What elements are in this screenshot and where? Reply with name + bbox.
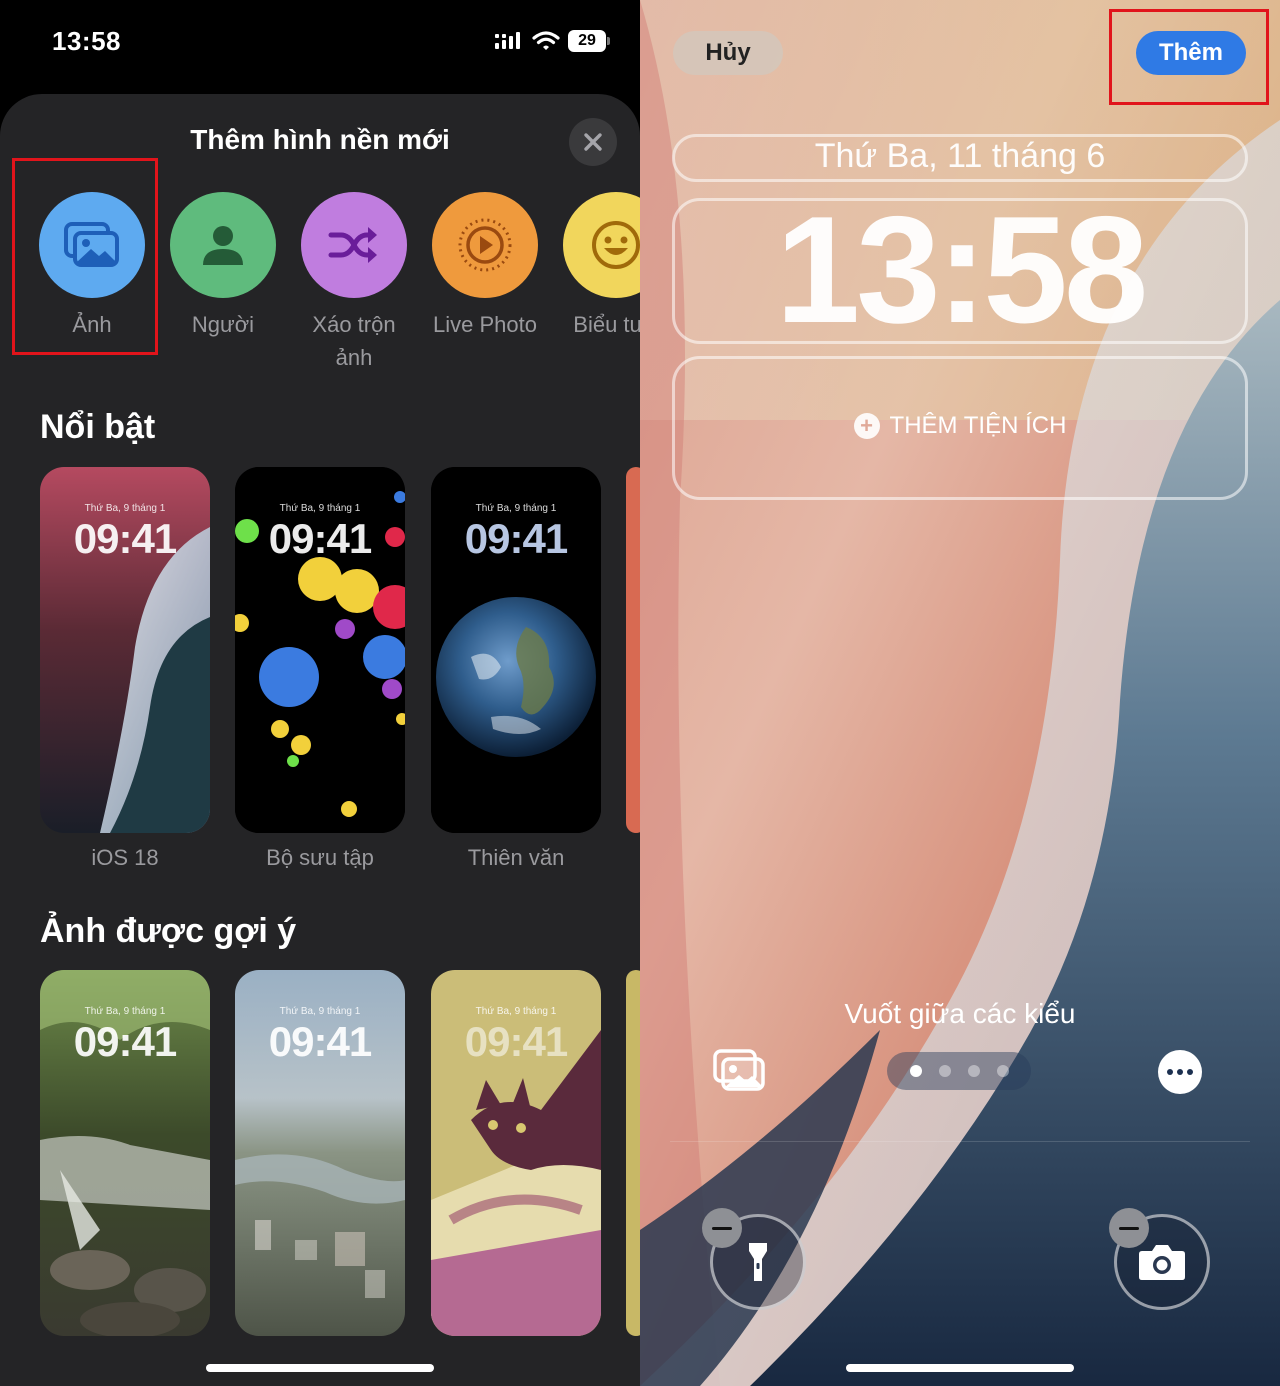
divider [670,1141,1250,1142]
card-date: Thứ Ba, 9 tháng 1 [475,503,557,514]
photos-icon[interactable] [712,1048,766,1094]
featured-card-label: Bộ sưu tập [266,845,374,870]
page-dot [996,1065,1009,1077]
card-time: 09:41 [464,1018,568,1065]
style-page-indicator[interactable] [887,1052,1031,1090]
battery-indicator: 29 [568,30,610,52]
suggested-photo-partial[interactable] [626,970,640,1336]
flashlight-icon [749,1243,767,1281]
emoji-category-circle [563,192,640,298]
ellipsis-icon [1167,1069,1173,1075]
cancel-button[interactable]: Hủy [673,31,783,75]
suggested-photos-section-title: Ảnh được gợi ý [40,912,297,950]
close-button[interactable] [569,118,617,166]
shuffle-category-circle [301,192,407,298]
add-widget-label: THÊM TIỆN ÍCH [889,412,1067,439]
remove-flashlight-button[interactable] [702,1208,742,1248]
suggested-photo-cat[interactable]: Thứ Ba, 9 tháng 1 09:41 [431,970,601,1336]
page-dot-active [909,1065,922,1077]
cellular-signal-icon [495,32,520,49]
card-time: 09:41 [268,515,372,562]
status-icons: 29 [494,28,610,54]
shuffle-icon [328,227,377,263]
card-time: 09:41 [268,1018,372,1065]
camera-icon [1139,1245,1185,1280]
category-emoji[interactable]: Biểu tượ [551,192,640,341]
add-widget-button[interactable]: + THÊM TIỆN ÍCH [672,412,1248,440]
plus-icon: + [853,413,880,439]
card-date: Thứ Ba, 9 tháng 1 [475,1006,557,1017]
category-shuffle[interactable]: Xáo trộn ảnh [289,192,419,374]
category-label: Live Photo [433,312,537,337]
featured-card-label: Thiên văn [467,845,565,870]
person-icon [203,226,243,265]
featured-card-label: iOS 18 [91,845,159,870]
home-indicator[interactable] [206,1364,434,1372]
battery-level: 29 [578,32,596,49]
category-label: Người [191,312,255,337]
highlight-box-photos [12,158,158,355]
status-time: 13:58 [52,26,121,56]
live-photo-category-circle [432,192,538,298]
add-wallpaper-sheet: Thêm hình nền mới Ảnh Người Xáo trộn ảnh… [0,94,640,1386]
featured-card-partial[interactable] [626,467,640,833]
sheet-title: Thêm hình nền mới [190,124,450,155]
category-live-photo[interactable]: Live Photo [420,192,550,341]
close-icon [584,133,602,151]
highlight-box-add [1109,9,1269,105]
home-indicator[interactable] [846,1364,1074,1372]
page-dot [938,1065,951,1077]
wallpaper-gallery-panel: 13:58 29 Thêm hình nền mới Ảnh Người Xáo… [0,0,640,1386]
category-label: Biểu tượ [573,312,640,337]
category-label: Xáo trộn ảnh [312,312,396,370]
live-photo-icon [458,218,512,272]
card-time: 09:41 [73,515,177,562]
page-dot [967,1065,980,1077]
card-time: 09:41 [73,1018,177,1065]
emoji-icon [592,221,640,269]
card-date: Thứ Ba, 9 tháng 1 [84,1006,166,1017]
category-people[interactable]: Người [158,192,288,341]
lock-date: Thứ Ba, 11 tháng 6 [814,137,1106,175]
featured-section-title: Nổi bật [40,408,156,446]
suggested-photo-city[interactable]: Thứ Ba, 9 tháng 1 09:41 [235,970,405,1336]
card-date: Thứ Ba, 9 tháng 1 [84,503,166,514]
featured-card-astronomy[interactable]: Thứ Ba, 9 tháng 1 09:41 [431,467,601,833]
card-time: 09:41 [464,515,568,562]
card-date: Thứ Ba, 9 tháng 1 [279,503,361,514]
suggested-photo-waterfall[interactable]: Thứ Ba, 9 tháng 1 09:41 [40,970,210,1336]
card-date: Thứ Ba, 9 tháng 1 [279,1006,361,1017]
swipe-hint: Vuốt giữa các kiểu [844,998,1076,1029]
remove-camera-button[interactable] [1109,1208,1149,1248]
lock-screen-preview-panel: Hủy Thêm Thứ Ba, 11 tháng 6 13:58 + THÊM… [640,0,1280,1386]
lock-time: 13:58 [775,185,1149,355]
wifi-icon [532,31,560,50]
featured-card-ios18[interactable]: Thứ Ba, 9 tháng 1 09:41 [40,467,210,833]
featured-card-collections[interactable]: Thứ Ba, 9 tháng 1 09:41 [235,467,405,833]
more-options-button[interactable] [1158,1050,1202,1094]
people-category-circle [170,192,276,298]
